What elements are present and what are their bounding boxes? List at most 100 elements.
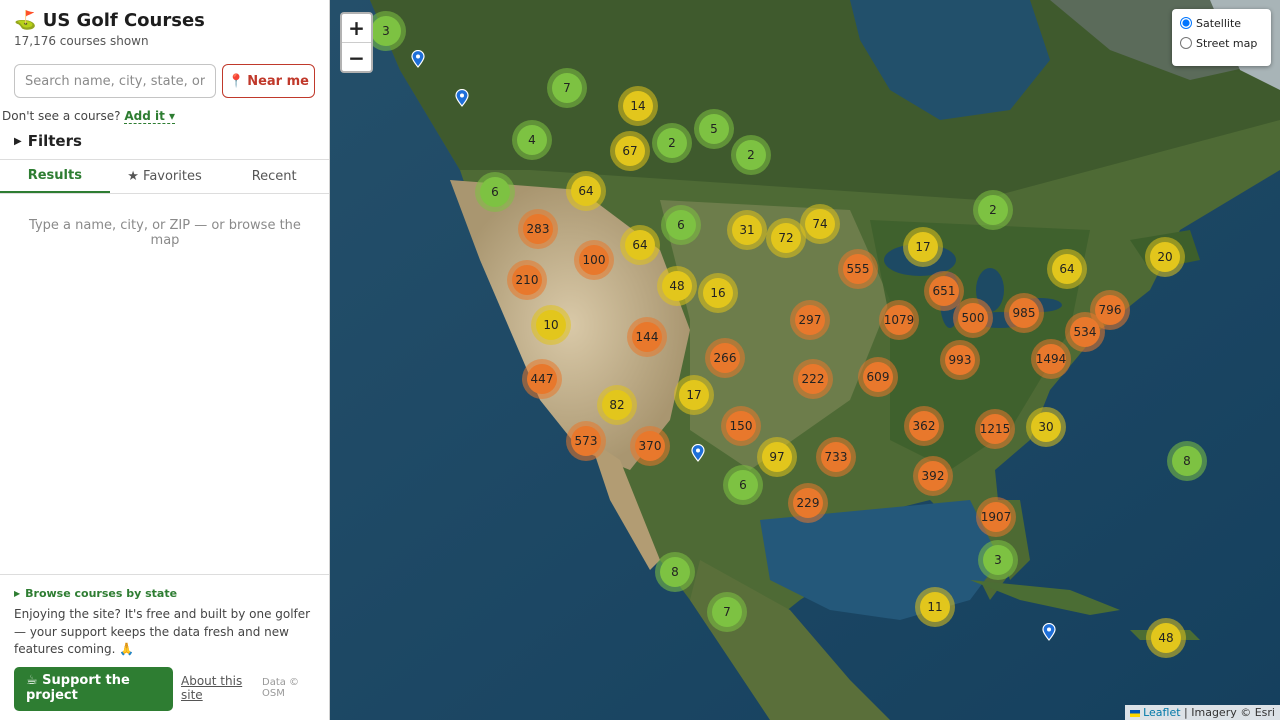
cluster-marker[interactable]: 48	[657, 266, 697, 306]
cluster-marker[interactable]: 266	[705, 338, 745, 378]
layer-option-satellite[interactable]: Satellite	[1180, 13, 1263, 33]
about-link[interactable]: About this site	[181, 674, 253, 702]
cluster-marker[interactable]: 20	[1145, 237, 1185, 277]
cluster-marker[interactable]: 985	[1004, 293, 1044, 333]
cluster-marker[interactable]: 555	[838, 249, 878, 289]
layer-option-street[interactable]: Street map	[1180, 33, 1263, 53]
cluster-marker[interactable]: 64	[1047, 249, 1087, 289]
cluster-marker[interactable]: 1494	[1031, 339, 1071, 379]
add-course-link[interactable]: Add it ▾	[124, 109, 176, 124]
search-input[interactable]	[14, 64, 216, 98]
tab-recent[interactable]: Recent	[219, 160, 329, 193]
cluster-marker[interactable]: 283	[518, 209, 558, 249]
browse-by-state-toggle[interactable]: ▶ Browse courses by state	[14, 587, 177, 600]
cluster-marker[interactable]: 222	[793, 359, 833, 399]
cluster-count: 7	[552, 73, 582, 103]
results-empty-message: Type a name, city, or ZIP — or browse th…	[29, 218, 301, 248]
cluster-marker[interactable]: 10	[531, 305, 571, 345]
cluster-marker[interactable]: 74	[800, 204, 840, 244]
cluster-marker[interactable]: 31	[727, 210, 767, 250]
cluster-marker[interactable]: 297	[790, 300, 830, 340]
cluster-marker[interactable]: 6	[723, 465, 763, 505]
cluster-marker[interactable]: 6	[661, 205, 701, 245]
cluster-marker[interactable]: 67	[610, 131, 650, 171]
tab-results[interactable]: Results	[0, 160, 110, 193]
cluster-count: 222	[798, 364, 828, 394]
cluster-count: 67	[615, 136, 645, 166]
cluster-marker[interactable]: 17	[903, 227, 943, 267]
cluster-count: 10	[536, 310, 566, 340]
cluster-marker[interactable]: 7	[547, 68, 587, 108]
cluster-marker[interactable]: 362	[904, 406, 944, 446]
cluster-count: 16	[703, 278, 733, 308]
cluster-marker[interactable]: 500	[953, 298, 993, 338]
cluster-marker[interactable]: 2	[731, 135, 771, 175]
cluster-count: 1079	[884, 305, 914, 335]
cluster-count: 6	[728, 470, 758, 500]
support-button[interactable]: ☕ Support the project	[14, 667, 173, 711]
cluster-marker[interactable]: 3	[978, 540, 1018, 580]
cluster-count: 72	[771, 223, 801, 253]
cluster-marker[interactable]: 1907	[976, 497, 1016, 537]
cluster-marker[interactable]: 1079	[879, 300, 919, 340]
cluster-marker[interactable]: 82	[597, 385, 637, 425]
cluster-marker[interactable]: 144	[627, 317, 667, 357]
map-view[interactable]: 3 7 14 4 5 67 2 2 6 64 283 6 31 74 72 2 64 100 210 17 555 64 2…	[330, 0, 1280, 720]
course-pin-icon[interactable]	[1042, 623, 1056, 641]
cluster-marker[interactable]: 534	[1065, 312, 1105, 352]
cluster-marker[interactable]: 16	[698, 273, 738, 313]
cluster-marker[interactable]: 5	[694, 109, 734, 149]
cluster-marker[interactable]: 733	[816, 437, 856, 477]
cluster-marker[interactable]: 8	[655, 552, 695, 592]
cluster-count: 3	[983, 545, 1013, 575]
cluster-count: 6	[480, 177, 510, 207]
cluster-marker[interactable]: 2	[973, 190, 1013, 230]
cluster-marker[interactable]: 447	[522, 359, 562, 399]
cluster-count: 11	[920, 592, 950, 622]
course-pin-icon[interactable]	[455, 89, 469, 107]
cluster-marker[interactable]: 48	[1146, 618, 1186, 658]
zoom-in-button[interactable]: +	[342, 14, 371, 43]
tab-favorites[interactable]: ★ Favorites	[110, 160, 220, 193]
filters-toggle[interactable]: ▶ Filters	[14, 132, 82, 150]
cluster-count: 500	[958, 303, 988, 333]
cluster-count: 17	[908, 232, 938, 262]
ukraine-flag-icon	[1129, 709, 1140, 717]
cluster-marker[interactable]: 64	[620, 225, 660, 265]
cluster-marker[interactable]: 370	[630, 426, 670, 466]
cluster-count: 20	[1150, 242, 1180, 272]
cluster-marker[interactable]: 2	[652, 123, 692, 163]
cluster-marker[interactable]: 229	[788, 483, 828, 523]
cluster-count: 733	[821, 442, 851, 472]
cluster-marker[interactable]: 210	[507, 260, 547, 300]
cluster-marker[interactable]: 97	[757, 437, 797, 477]
cluster-marker[interactable]: 72	[766, 218, 806, 258]
cluster-count: 74	[805, 209, 835, 239]
cluster-marker[interactable]: 392	[913, 456, 953, 496]
cluster-marker[interactable]: 64	[566, 171, 606, 211]
pin-icon: 📍	[228, 73, 245, 89]
course-pin-icon[interactable]	[411, 50, 425, 68]
cluster-marker[interactable]: 150	[721, 406, 761, 446]
cluster-marker[interactable]: 7	[707, 592, 747, 632]
street-radio[interactable]	[1180, 37, 1192, 49]
cluster-marker[interactable]: 573	[566, 421, 606, 461]
near-me-button[interactable]: 📍 Near me	[222, 64, 315, 98]
cluster-marker[interactable]: 11	[915, 587, 955, 627]
cluster-marker[interactable]: 14	[618, 86, 658, 126]
zoom-out-button[interactable]: −	[342, 43, 371, 72]
cluster-marker[interactable]: 1215	[975, 409, 1015, 449]
cluster-count: 48	[1151, 623, 1181, 653]
cluster-marker[interactable]: 100	[574, 240, 614, 280]
leaflet-link[interactable]: Leaflet	[1143, 706, 1180, 719]
cluster-marker[interactable]: 6	[475, 172, 515, 212]
cluster-marker[interactable]: 17	[674, 375, 714, 415]
cluster-marker[interactable]: 30	[1026, 407, 1066, 447]
satellite-radio[interactable]	[1180, 17, 1192, 29]
cluster-marker[interactable]: 993	[940, 340, 980, 380]
expand-triangle-icon: ▶	[14, 135, 22, 147]
cluster-marker[interactable]: 8	[1167, 441, 1207, 481]
course-pin-icon[interactable]	[691, 444, 705, 462]
cluster-marker[interactable]: 4	[512, 120, 552, 160]
cluster-marker[interactable]: 609	[858, 357, 898, 397]
